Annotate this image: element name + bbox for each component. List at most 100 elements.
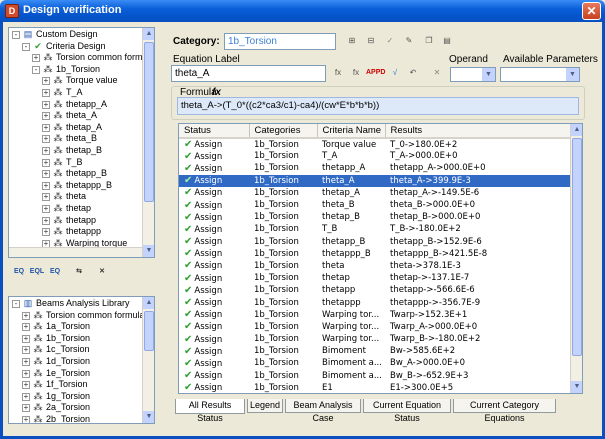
- tree-item[interactable]: + ⁂ thetapp_A: [9, 99, 142, 111]
- tab-all-results-status[interactable]: All Results Status: [175, 399, 245, 423]
- tree-item[interactable]: + ⁂ thetappp: [9, 226, 142, 238]
- table-row[interactable]: ✔ Assign 1b_Torsion Warping tor... Twarp_B->…: [179, 333, 572, 345]
- expand-icon[interactable]: +: [42, 228, 50, 237]
- append-icon[interactable]: APPD: [366, 65, 385, 81]
- column-header[interactable]: Status: [179, 124, 250, 139]
- add-equation-icon[interactable]: ⊞: [343, 33, 361, 49]
- expand-icon[interactable]: +: [22, 346, 30, 355]
- tree-item[interactable]: + ⁂ Torque value: [9, 75, 142, 87]
- expand-icon[interactable]: +: [42, 170, 50, 179]
- collapse-icon[interactable]: -: [12, 31, 20, 39]
- expand-icon[interactable]: +: [42, 216, 50, 225]
- tree-item[interactable]: - ✔ Criteria Design: [9, 41, 142, 53]
- table-row[interactable]: ✔ Assign 1b_Torsion Torque value T_0->180.0E…: [179, 138, 572, 150]
- tree-item[interactable]: + ⁂ Torsion common formulas: [9, 310, 149, 322]
- results-grid[interactable]: Status Categories Criteria Name Results ✔ As…: [178, 123, 583, 394]
- tree-item[interactable]: + ⁂ theta_A: [9, 110, 142, 122]
- delete-icon[interactable]: ✕: [428, 65, 446, 81]
- table-row[interactable]: ✔ Assign 1b_Torsion Bimoment Bw->585.6E+2: [179, 345, 572, 357]
- edit-icon[interactable]: ✎: [400, 33, 418, 49]
- delete-icon[interactable]: ✕: [93, 264, 111, 280]
- tree-item[interactable]: + ⁂ 1c_Torsion: [9, 344, 142, 356]
- table-row[interactable]: ✔ Assign 1b_Torsion thetappp thetappp->-356.…: [179, 296, 572, 308]
- column-header[interactable]: Results: [385, 124, 573, 139]
- expand-icon[interactable]: +: [42, 204, 50, 213]
- table-row[interactable]: ✔ Assign 1b_Torsion thetappp_B thetappp_B->4…: [179, 248, 572, 260]
- tree-item[interactable]: + ⁂ thetappp_B: [9, 180, 142, 192]
- expand-icon[interactable]: +: [42, 123, 50, 132]
- expand-icon[interactable]: +: [22, 392, 30, 401]
- equation-edit-icon[interactable]: EQ: [46, 264, 64, 280]
- chevron-down-icon[interactable]: ▼: [482, 68, 495, 81]
- scroll-thumb[interactable]: [144, 42, 154, 202]
- table-row[interactable]: ✔ Assign 1b_Torsion thetap_B thetap_B->000.0…: [179, 211, 572, 223]
- tree-item[interactable]: + ⁂ 1a_Torsion: [9, 321, 142, 333]
- expand-icon[interactable]: +: [42, 77, 50, 86]
- remove-equation-icon[interactable]: ⊟: [362, 33, 380, 49]
- expand-icon[interactable]: +: [22, 369, 30, 378]
- table-row[interactable]: ✔ Assign 1b_Torsion theta_B theta_B->000.0E+…: [179, 199, 572, 211]
- expand-icon[interactable]: +: [42, 100, 50, 109]
- fx-prev-icon[interactable]: fx: [329, 65, 347, 81]
- table-row[interactable]: ✔ Assign 1b_Torsion thetap_A thetap_A->-149.…: [179, 187, 572, 199]
- table-row[interactable]: ✔ Assign 1b_Torsion Bimoment a... Bw_B->-652…: [179, 370, 572, 382]
- scroll-thumb[interactable]: [572, 138, 582, 356]
- close-button[interactable]: ✕: [582, 2, 601, 20]
- tree-item[interactable]: - ⁂ 1b_Torsion: [9, 64, 142, 76]
- tab-legend[interactable]: Legend: [247, 399, 283, 413]
- parameters-select[interactable]: ▼: [500, 67, 580, 82]
- equation-label-field[interactable]: theta_A: [171, 65, 326, 82]
- tree-item[interactable]: + ⁂ 2b_Torsion: [9, 414, 142, 423]
- column-header[interactable]: Criteria Name: [317, 124, 386, 139]
- tab-current-equation-status[interactable]: Current Equation Status: [363, 399, 451, 423]
- table-row[interactable]: ✔ Assign 1b_Torsion thetapp_A thetapp_A->000…: [179, 162, 572, 174]
- expand-icon[interactable]: +: [42, 193, 50, 202]
- tree-item[interactable]: + ⁂ Torsion common formulas: [9, 52, 154, 64]
- equation-icon[interactable]: EQ: [10, 264, 28, 280]
- tree-item[interactable]: + ⁂ thetap_B: [9, 145, 142, 157]
- operand-select[interactable]: ▼: [450, 67, 496, 82]
- expand-icon[interactable]: +: [42, 112, 50, 121]
- tree-item[interactable]: + ⁂ thetapp: [9, 215, 142, 227]
- table-row[interactable]: ✔ Assign 1b_Torsion Bimoment a... Bw_A->000.…: [179, 357, 572, 369]
- table-row[interactable]: ✔ Assign 1b_Torsion theta_A theta_A->399.9E-…: [179, 174, 572, 187]
- tree-item[interactable]: + ⁂ theta_B: [9, 133, 142, 145]
- tree-item[interactable]: + ⁂ 1e_Torsion: [9, 368, 142, 380]
- swap-icon[interactable]: ⇆: [70, 264, 88, 280]
- scroll-down-arrow-icon[interactable]: ▼: [143, 411, 154, 423]
- column-header[interactable]: Categories: [249, 124, 318, 139]
- scroll-up-arrow-icon[interactable]: ▲: [143, 28, 154, 40]
- scroll-up-arrow-icon[interactable]: ▲: [571, 124, 582, 136]
- expand-icon[interactable]: +: [22, 404, 30, 413]
- check-formula-icon[interactable]: √: [386, 65, 404, 81]
- expand-icon[interactable]: +: [22, 334, 30, 343]
- criteria-tree[interactable]: - ▤ Custom Design - ✔ Criteria Design + ⁂ Torsio…: [8, 27, 155, 258]
- formula-field[interactable]: theta_A->(T_0*((c2*ca3/c1)-ca4)/(cw*E*b*…: [177, 97, 579, 115]
- validate-icon[interactable]: ✓: [381, 33, 399, 49]
- scroll-thumb[interactable]: [144, 311, 154, 351]
- table-row[interactable]: ✔ Assign 1b_Torsion Warping tor... Twarp_A->…: [179, 321, 572, 333]
- collapse-icon[interactable]: -: [32, 65, 40, 74]
- tree-item[interactable]: + ⁂ thetap: [9, 203, 142, 215]
- expand-icon[interactable]: +: [22, 357, 30, 366]
- library-tree-scrollbar[interactable]: ▲ ▼: [142, 297, 154, 423]
- table-row[interactable]: ✔ Assign 1b_Torsion thetapp_B thetapp_B->152…: [179, 236, 572, 248]
- expand-icon[interactable]: +: [22, 415, 30, 423]
- tree-item[interactable]: + ⁂ T_A: [9, 87, 142, 99]
- expand-icon[interactable]: +: [42, 88, 50, 97]
- expand-icon[interactable]: +: [42, 181, 50, 190]
- expand-icon[interactable]: +: [42, 146, 50, 155]
- title-bar[interactable]: D Design verification ✕: [0, 0, 605, 22]
- tab-current-category-equations[interactable]: Current Category Equations: [453, 399, 556, 423]
- table-row[interactable]: ✔ Assign 1b_Torsion thetapp thetapp->-566.6E…: [179, 284, 572, 296]
- table-row[interactable]: ✔ Assign 1b_Torsion theta theta->378.1E-3: [179, 260, 572, 272]
- copy-icon[interactable]: ❐: [420, 33, 438, 49]
- tree-item[interactable]: - ▤ Custom Design: [9, 29, 142, 41]
- scroll-down-arrow-icon[interactable]: ▼: [143, 245, 154, 257]
- expand-icon[interactable]: +: [22, 323, 30, 332]
- criteria-tree-scrollbar[interactable]: ▲ ▼: [142, 28, 154, 257]
- undo-icon[interactable]: ↶: [404, 65, 422, 81]
- paste-icon[interactable]: ▤: [438, 33, 456, 49]
- expand-icon[interactable]: +: [32, 54, 40, 63]
- tree-item[interactable]: - ▥ Beams Analysis Library: [9, 298, 142, 310]
